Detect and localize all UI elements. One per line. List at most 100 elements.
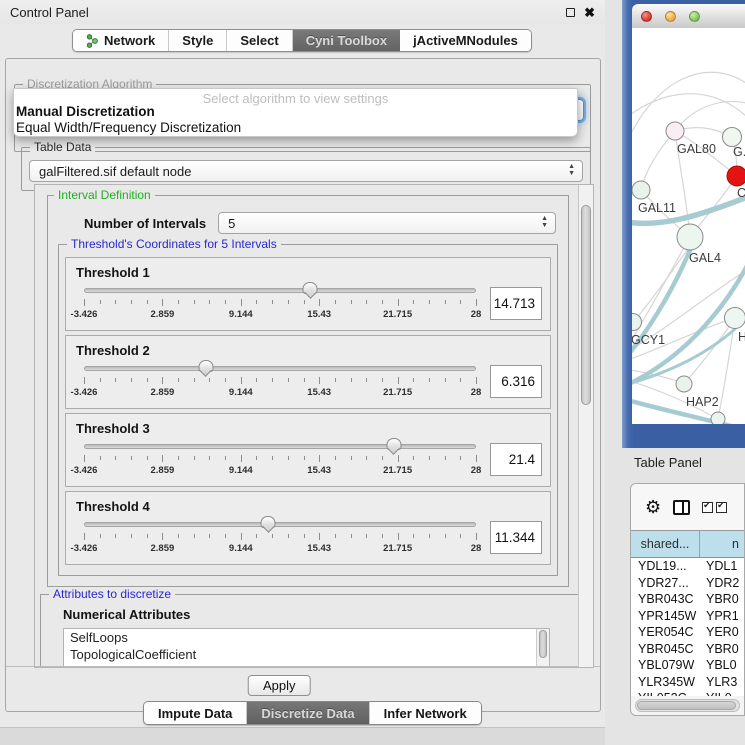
slider-ticks	[84, 455, 476, 463]
cell-name[interactable]: YBR0	[700, 642, 744, 656]
attribute-list-item[interactable]: SelfLoops	[64, 629, 549, 646]
table-row[interactable]: YBR043CYBR0	[631, 591, 744, 608]
split-columns-icon[interactable]	[673, 500, 690, 515]
table-row[interactable]: YBR045CYBR0	[631, 641, 744, 658]
table-row[interactable]: YLR345WYLR3	[631, 674, 744, 691]
cell-name[interactable]: YIL0	[700, 691, 744, 696]
threshold-panels: Threshold 1-3.4262.8599.14415.4321.71528…	[65, 257, 551, 565]
cell-name[interactable]: YLR3	[700, 675, 744, 689]
number-of-intervals-combobox[interactable]: 5 ▲▼	[218, 212, 556, 234]
threshold-slider[interactable]: -3.4262.8599.14415.4321.71528	[84, 438, 476, 480]
tab-cyni-toolbox[interactable]: Cyni Toolbox	[293, 30, 400, 51]
table-header-row: shared... n	[631, 531, 744, 558]
network-edge[interactable]	[675, 102, 745, 131]
threshold-value-field[interactable]: 6.316	[490, 365, 542, 398]
algorithm-option-manual[interactable]: Manual Discretization	[16, 104, 155, 119]
cell-shared-name[interactable]: YPR145W	[631, 609, 700, 623]
network-edge[interactable]	[641, 131, 675, 190]
cell-name[interactable]: YBR0	[700, 592, 744, 606]
checkbox-checked-icon[interactable]	[716, 502, 727, 513]
slider-track[interactable]	[84, 366, 476, 371]
list-scrollbar-thumb[interactable]	[539, 630, 547, 658]
column-header-shared[interactable]: shared...	[631, 531, 700, 557]
apply-button[interactable]: Apply	[248, 675, 311, 696]
cell-shared-name[interactable]: YBR043C	[631, 592, 700, 606]
cell-shared-name[interactable]: YDL19...	[631, 559, 700, 573]
cell-shared-name[interactable]: YER054C	[631, 625, 700, 639]
network-node-h[interactable]	[725, 308, 745, 329]
cell-name[interactable]: YBL0	[700, 658, 744, 672]
slider-thumb[interactable]	[303, 282, 318, 294]
tab-jactivemnodules[interactable]: jActiveMNodules	[400, 30, 531, 51]
scrollbar-thumb[interactable]	[581, 205, 591, 405]
float-window-icon[interactable]	[566, 8, 575, 17]
network-node-gal80[interactable]	[666, 122, 684, 140]
list-vertical-scrollbar[interactable]	[536, 629, 549, 668]
threshold-value-field[interactable]: 21.4	[490, 443, 542, 476]
column-header-name[interactable]: n	[700, 531, 744, 557]
network-edge[interactable]	[684, 318, 735, 384]
table-row[interactable]: YDL19...YDL1	[631, 558, 744, 575]
slider-track[interactable]	[84, 288, 476, 293]
threshold-slider[interactable]: -3.4262.8599.14415.4321.71528	[84, 360, 476, 402]
cell-shared-name[interactable]: YBL079W	[631, 658, 700, 672]
network-node-gcy1[interactable]	[632, 314, 642, 331]
network-node[interactable]	[711, 412, 725, 424]
tab-style[interactable]: Style	[169, 30, 227, 51]
thresholds-group: Threshold's Coordinates for 5 Intervals …	[58, 244, 558, 576]
tab-infer-network[interactable]: Infer Network	[370, 702, 481, 724]
cell-shared-name[interactable]: YDR27...	[631, 576, 700, 590]
threshold-slider[interactable]: -3.4262.8599.14415.4321.71528	[84, 516, 476, 558]
cell-shared-name[interactable]: YIL052C	[631, 691, 700, 696]
cell-name[interactable]: YDL1	[700, 559, 744, 573]
table-row[interactable]: YDR27...YDR2	[631, 575, 744, 592]
network-node-label: HAP2	[686, 395, 719, 409]
gear-icon[interactable]: ⚙	[645, 498, 661, 516]
cell-name[interactable]: YPR1	[700, 609, 744, 623]
checkbox-icons[interactable]	[702, 502, 727, 513]
slider-track[interactable]	[84, 522, 476, 527]
close-traffic-light-icon[interactable]	[641, 11, 652, 22]
horizontal-scrollbar[interactable]	[635, 699, 740, 712]
slider-thumb[interactable]	[386, 438, 401, 450]
network-node-gal11[interactable]	[632, 181, 650, 199]
network-node-gal4[interactable]	[677, 224, 703, 250]
threshold-value-field[interactable]: 14.713	[490, 287, 542, 320]
tab-discretize-data[interactable]: Discretize Data	[247, 702, 369, 724]
vertical-scrollbar[interactable]	[578, 185, 593, 667]
tab-select[interactable]: Select	[227, 30, 292, 51]
algorithm-option-equal-width[interactable]: Equal Width/Frequency Discretization	[16, 120, 241, 135]
attribute-list-item[interactable]: TopologicalCoefficient	[64, 646, 549, 663]
minimize-traffic-light-icon[interactable]	[665, 11, 676, 22]
table-row[interactable]: YIL052CYIL0	[631, 690, 744, 696]
cell-shared-name[interactable]: YBR045C	[631, 642, 700, 656]
zoom-traffic-light-icon[interactable]	[689, 11, 700, 22]
network-window-titlebar[interactable]	[632, 4, 745, 28]
cell-name[interactable]: YER0	[700, 625, 744, 639]
slider-thumb[interactable]	[261, 516, 276, 528]
tab-network[interactable]: Network	[73, 30, 169, 51]
threshold-value-field[interactable]: 11.344	[490, 521, 542, 554]
close-icon[interactable]: ✖	[584, 6, 595, 19]
table-row[interactable]: YPR145WYPR1	[631, 608, 744, 625]
table-data-combobox[interactable]: galFiltered.sif default node ▲▼	[29, 160, 583, 182]
network-view-window: GAL80G.CGAL11GAL4GCY1HHAP2	[622, 0, 745, 448]
slider-track[interactable]	[84, 444, 476, 449]
cell-name[interactable]: YDR2	[700, 576, 744, 590]
cell-shared-name[interactable]: YLR345W	[631, 675, 700, 689]
network-node-hap2[interactable]	[676, 376, 692, 392]
table-row[interactable]: YBL079WYBL0	[631, 657, 744, 674]
slider-thumb[interactable]	[198, 360, 213, 372]
threshold-slider[interactable]: -3.4262.8599.14415.4321.71528	[84, 282, 476, 324]
network-edge[interactable]	[632, 94, 745, 123]
network-canvas[interactable]: GAL80G.CGAL11GAL4GCY1HHAP2	[632, 28, 745, 424]
network-node-c[interactable]	[727, 166, 745, 186]
network-node-g[interactable]	[723, 128, 742, 147]
numerical-attributes-list[interactable]: SelfLoopsTopologicalCoefficientBetweenne…	[63, 628, 550, 668]
table-data-selected: galFiltered.sif default node	[39, 164, 191, 179]
checkbox-checked-icon[interactable]	[702, 502, 713, 513]
threshold-panel-3: Threshold 3-3.4262.8599.14415.4321.71528…	[65, 413, 551, 487]
horizontal-scrollbar-thumb[interactable]	[637, 701, 736, 710]
tab-impute-data[interactable]: Impute Data	[144, 702, 247, 724]
table-row[interactable]: YER054CYER0	[631, 624, 744, 641]
